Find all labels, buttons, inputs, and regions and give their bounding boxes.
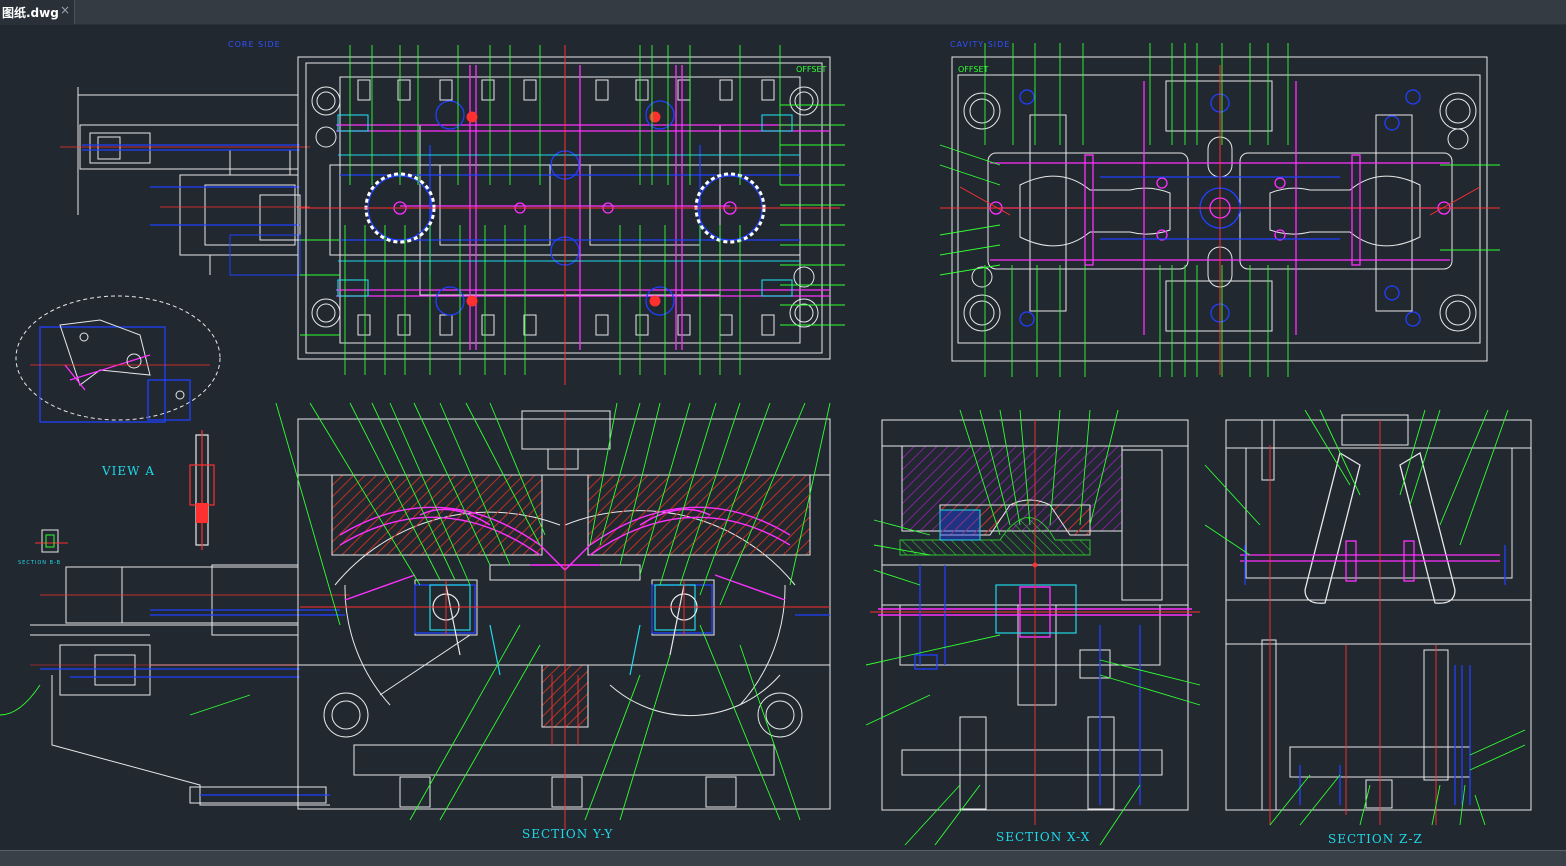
cad-drawing (0, 43, 1532, 846)
left-machine-top (77, 87, 301, 276)
section-zz (1204, 409, 1532, 826)
section-xx-label: SECTION X-X (996, 830, 1091, 844)
document-tab-bar: 图纸.dwg × (0, 0, 1566, 25)
drawing-canvas[interactable]: CORE SIDE OFFSET CAVITY SIDE OFFSET VIEW… (0, 25, 1566, 850)
section-yy-label: SECTION Y-Y (522, 827, 614, 841)
offset-cavity-label: OFFSET (958, 65, 989, 74)
view-a-detail (15, 295, 221, 423)
view-a-label: VIEW A (102, 464, 155, 478)
document-tab-title: 图纸.dwg (2, 6, 59, 20)
left-machine-bottom (30, 564, 330, 806)
status-bar (0, 850, 1566, 866)
section-zz-label: SECTION Z-Z (1328, 832, 1423, 846)
section-bb-detail (35, 529, 68, 553)
section-bb-label: SECTION B-B (18, 560, 62, 566)
core-side-label: CORE SIDE (228, 40, 281, 49)
offset-core-label: OFFSET (796, 65, 827, 74)
section-yy (189, 402, 831, 830)
core-components (300, 45, 845, 385)
section-xx (865, 409, 1201, 846)
cavity-side-label: CAVITY SIDE (950, 40, 1011, 49)
document-tab[interactable]: 图纸.dwg × (0, 0, 75, 24)
small-detail (189, 430, 215, 550)
close-icon[interactable]: × (60, 3, 70, 17)
